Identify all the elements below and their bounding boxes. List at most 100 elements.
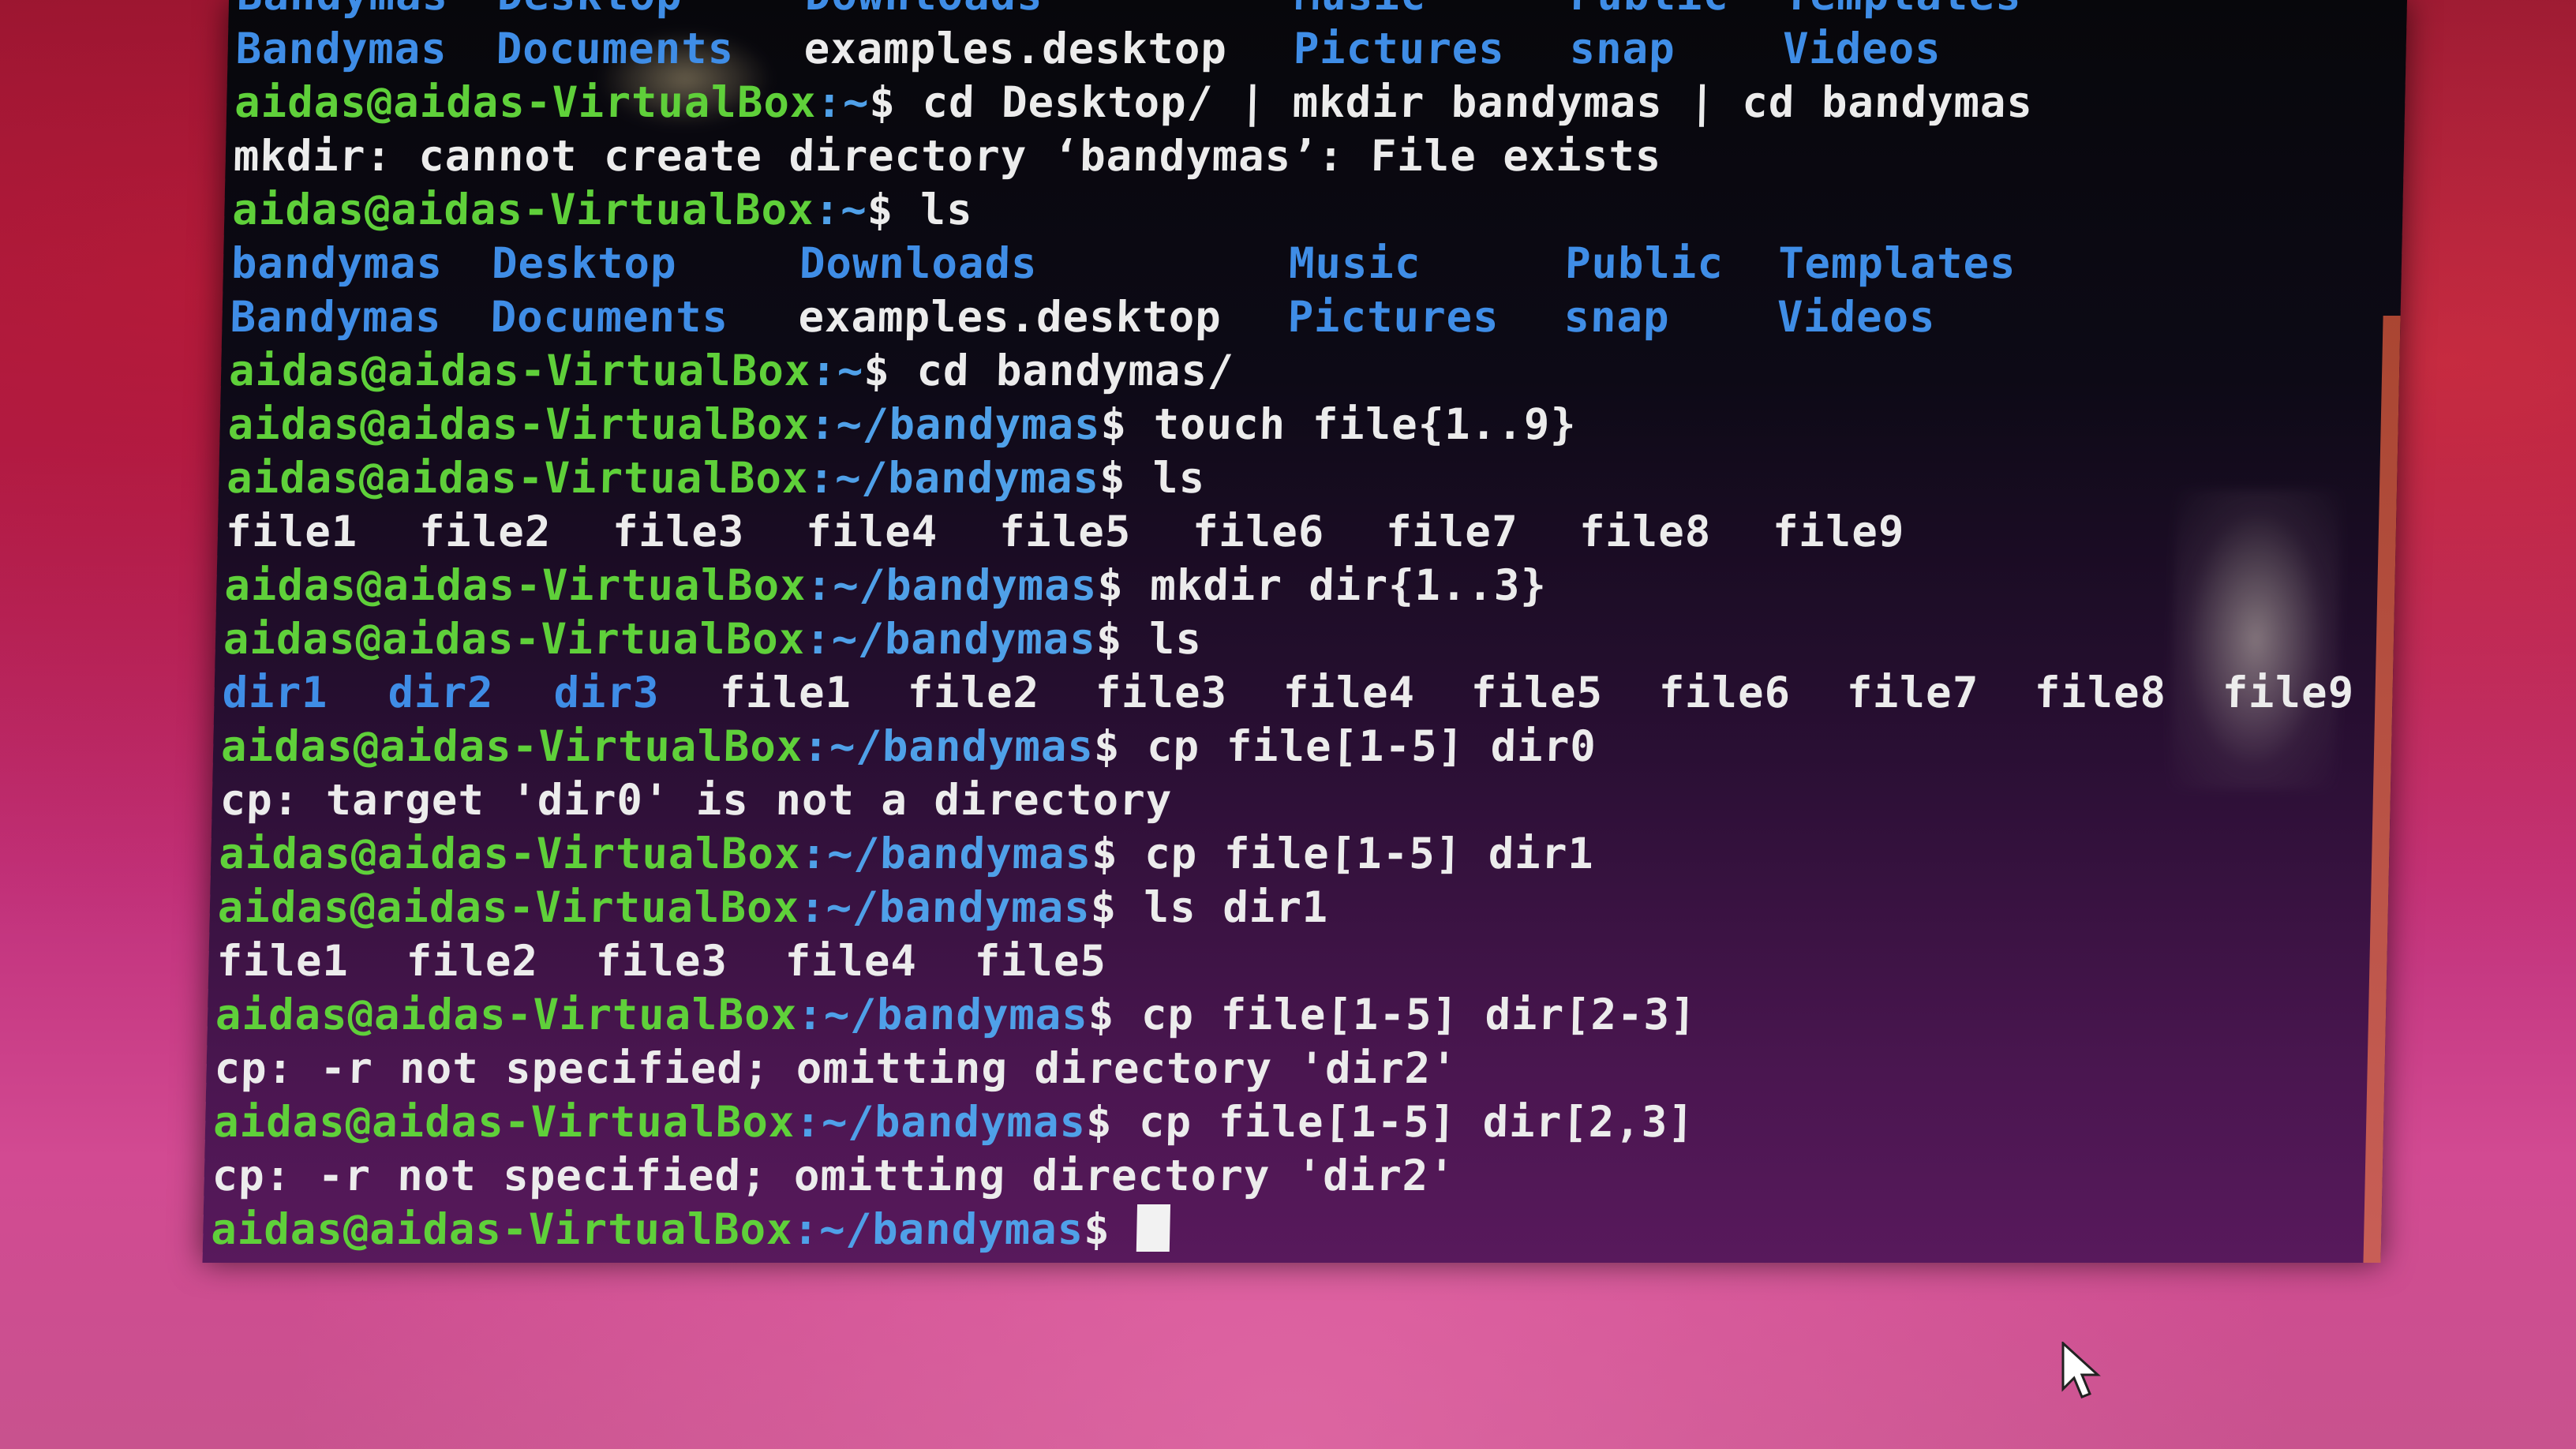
command-text: ls	[1148, 614, 1203, 664]
terminal-cursor[interactable]	[1136, 1204, 1170, 1252]
prompt-user: aidas@aidas-VirtualBox	[218, 829, 802, 878]
prompt-separator: :	[815, 77, 844, 127]
file-entry: file4	[1282, 668, 1416, 717]
terminal-line: aidas@aidas-VirtualBox:~/bandymas$ ls	[227, 451, 2360, 505]
terminal-line: Bandymas Documents examples.desktop Picture…	[235, 22, 2368, 76]
terminal-line: dir1 dir2 dir3 file1 file2 file3 file4 file5 fil…	[222, 666, 2355, 720]
terminal-line: aidas@aidas-VirtualBox:~/bandymas$ ls	[223, 612, 2356, 666]
terminal-line: Bandymas Documents examples.desktop Picture…	[230, 290, 2363, 344]
terminal-line: bandymas Desktop Downloads Music Public Templ…	[230, 237, 2364, 290]
directory-entry: Desktop	[496, 0, 805, 22]
directory-entry: Documents	[489, 292, 729, 342]
file-entry: file8	[2033, 668, 2167, 717]
directory-entry: Bandymas	[229, 292, 443, 342]
command-text: ls dir1	[1143, 882, 1330, 932]
directory-entry: dir2	[387, 668, 495, 717]
prompt-user: aidas@aidas-VirtualBox	[220, 721, 804, 771]
output-text: cp: -r not specified; omitting directory…	[212, 1151, 1456, 1200]
directory-entry: Downloads	[804, 0, 1294, 22]
prompt-separator: :	[799, 882, 827, 932]
prompt-symbol: $	[1090, 882, 1144, 932]
file-entry: file6	[1657, 668, 1792, 717]
output-text: mkdir: cannot create directory ‘bandymas…	[233, 131, 1663, 181]
prompt-separator: :	[802, 721, 830, 771]
directory-entry: Templates	[1783, 0, 2022, 22]
prompt-separator: :	[794, 1097, 822, 1147]
directory-entry: Pictures	[1286, 292, 1500, 342]
prompt-path: ~/bandymas	[823, 990, 1089, 1039]
directory-entry: snap	[1563, 292, 1671, 342]
prompt-user: aidas@aidas-VirtualBox	[228, 346, 812, 395]
command-text: touch file{1..9}	[1152, 399, 1578, 449]
terminal-window[interactable]: BandymasDesktopDownloadsMusicPublicTempl…	[202, 0, 2407, 1263]
file-entry: examples.desktop	[803, 24, 1228, 73]
output-text: cp: -r not specified; omitting directory…	[213, 1043, 1458, 1093]
prompt-separator: :	[799, 829, 828, 878]
prompt-symbol: $	[863, 346, 918, 395]
prompt-user: aidas@aidas-VirtualBox	[217, 882, 800, 932]
command-text: cp file[1-5] dir[2-3]	[1140, 990, 1698, 1039]
terminal-line: cp: -r not specified; omitting directory…	[212, 1149, 2345, 1203]
file-entry: file3	[612, 507, 746, 556]
file-entry: file1	[215, 936, 350, 986]
prompt-separator: :	[809, 399, 837, 449]
terminal-line: aidas@aidas-VirtualBox:~$ cd Desktop/ | …	[234, 76, 2368, 129]
command-text: cp file[1-5] dir1	[1144, 829, 1595, 878]
prompt-user: aidas@aidas-VirtualBox	[223, 614, 806, 664]
command-text: mkdir dir{1..3}	[1149, 560, 1548, 610]
prompt-separator: :	[792, 1204, 820, 1254]
file-entry: file2	[418, 507, 552, 556]
prompt-separator: :	[804, 614, 833, 664]
terminal-line: aidas@aidas-VirtualBox:~/bandymas$ cp fi…	[213, 1095, 2346, 1149]
command-text: ls	[919, 185, 974, 234]
prompt-symbol: $	[1091, 829, 1145, 878]
command-text: cd bandymas/	[915, 346, 1235, 395]
prompt-user: aidas@aidas-VirtualBox	[212, 1097, 796, 1147]
output-text: cp: target 'dir0' is not a directory	[219, 775, 1173, 825]
prompt-path: ~	[837, 346, 865, 395]
command-text: cp file[1-5] dir0	[1146, 721, 1597, 771]
terminal-line: file1 file2 file3 file4 file5 file6 file7 file8…	[225, 505, 2358, 559]
prompt-user: aidas@aidas-VirtualBox	[215, 990, 798, 1039]
file-entry: file1	[225, 507, 359, 556]
terminal-line: aidas@aidas-VirtualBox:~/bandymas$ mkdir…	[224, 559, 2357, 612]
prompt-symbol: $	[1083, 1204, 1137, 1254]
directory-entry: Music	[1288, 238, 1422, 288]
prompt-user: aidas@aidas-VirtualBox	[234, 77, 818, 127]
file-entry: examples.desktop	[797, 292, 1222, 342]
directory-entry: Public	[1570, 0, 1784, 22]
file-entry: file5	[998, 507, 1133, 556]
file-entry: file8	[1578, 507, 1713, 556]
command-text: cp file[1-5] dir[2,3]	[1138, 1097, 1695, 1147]
file-entry: file3	[1094, 668, 1228, 717]
file-entry: file3	[594, 936, 728, 986]
file-entry: file9	[2221, 668, 2355, 717]
directory-entry: Documents	[496, 24, 735, 73]
prompt-path: ~/bandymas	[835, 399, 1102, 449]
terminal-line: aidas@aidas-VirtualBox:~/bandymas$ cp fi…	[220, 720, 2353, 773]
prompt-path: ~	[842, 77, 871, 127]
terminal-line: aidas@aidas-VirtualBox:~$ cd bandymas/	[228, 344, 2361, 398]
prompt-user: aidas@aidas-VirtualBox	[223, 560, 807, 610]
terminal-line: mkdir: cannot create directory ‘bandymas…	[233, 129, 2366, 183]
directory-entry: Desktop	[491, 238, 678, 288]
directory-entry: dir3	[552, 668, 661, 717]
prompt-symbol: $	[1096, 560, 1151, 610]
prompt-symbol: $	[868, 77, 923, 127]
prompt-symbol: $	[1099, 453, 1153, 503]
prompt-user: aidas@aidas-VirtualBox	[227, 399, 811, 449]
terminal-line: aidas@aidas-VirtualBox:~/bandymas$ ls di…	[217, 881, 2350, 934]
prompt-path: ~/bandymas	[831, 614, 1097, 664]
directory-entry: Videos	[1776, 292, 1937, 342]
directory-entry: Downloads	[799, 238, 1039, 288]
terminal-line: aidas@aidas-VirtualBox:~$ ls	[232, 183, 2365, 237]
terminal-line: aidas@aidas-VirtualBox:~/bandymas$ cp fi…	[219, 827, 2352, 881]
prompt-user: aidas@aidas-VirtualBox	[231, 185, 815, 234]
file-entry: file4	[784, 936, 918, 986]
terminal-line: cp: target 'dir0' is not a directory	[219, 773, 2353, 827]
prompt-separator: :	[806, 560, 833, 610]
file-entry: file5	[973, 936, 1107, 986]
prompt-path: ~/bandymas	[832, 560, 1099, 610]
command-text: cd Desktop/ | mkdir bandymas | cd bandym…	[921, 77, 2034, 127]
prompt-separator: :	[796, 990, 825, 1039]
